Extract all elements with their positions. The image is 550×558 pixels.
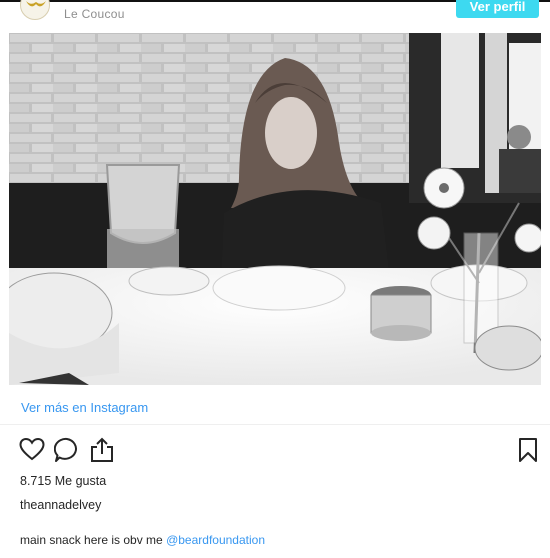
post-username[interactable]: theannadelvey [20,498,101,512]
share-icon[interactable] [89,437,115,463]
post-header: Le Coucou Ver perfil [0,0,550,30]
bird-logo-icon [26,1,46,7]
account-name[interactable]: Le Coucou [64,7,125,21]
view-profile-button[interactable]: Ver perfil [456,0,539,18]
account-avatar[interactable] [20,0,50,20]
view-more-on-instagram-link[interactable]: Ver más en Instagram [21,400,148,415]
likes-count[interactable]: 8.715 Me gusta [20,474,106,488]
actions-divider [0,424,550,425]
heart-icon[interactable] [19,437,45,463]
comment-icon[interactable] [53,437,80,463]
bookmark-icon[interactable] [515,437,541,463]
caption-mention-link[interactable]: @beardfoundation [166,533,265,547]
post-caption: main snack here is obv me @beardfoundati… [20,533,265,547]
post-photo[interactable] [9,33,541,385]
caption-text: main snack here is obv me [20,533,163,547]
